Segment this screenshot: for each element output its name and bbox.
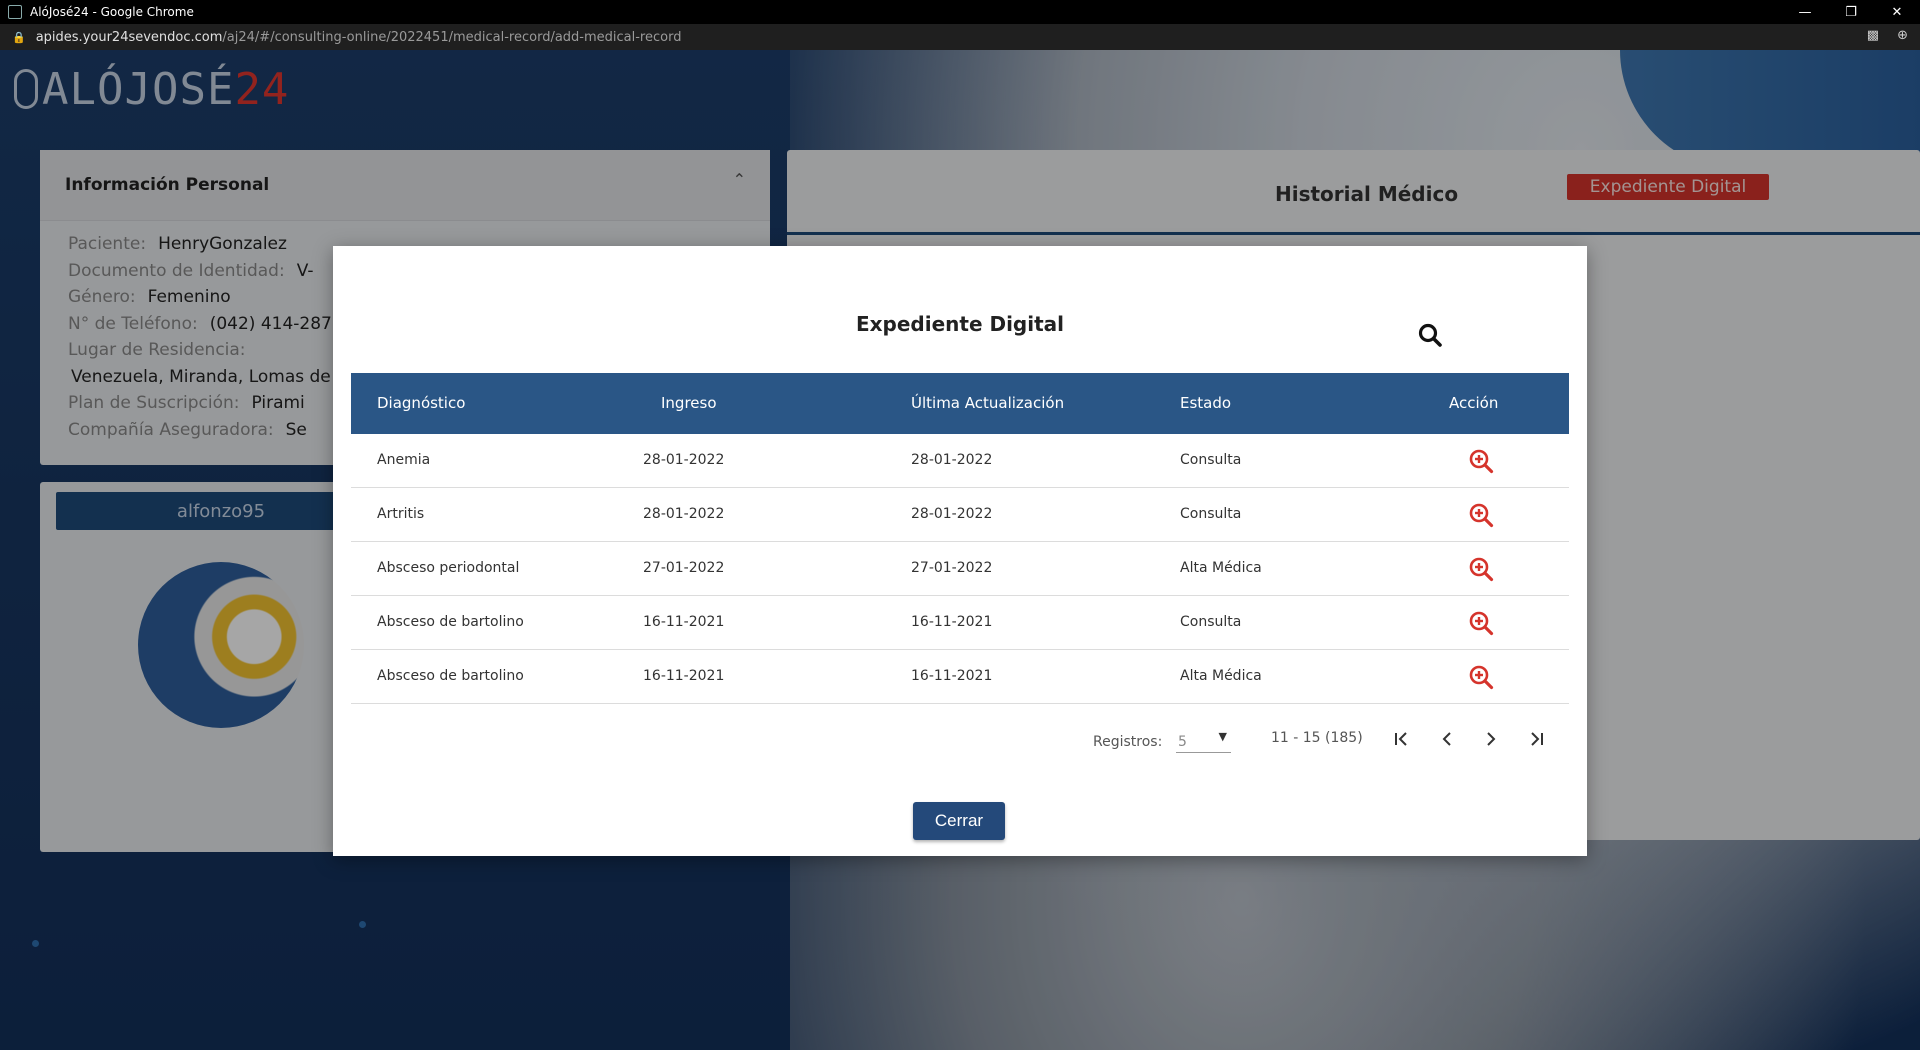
cell-updated: 16-11-2021 bbox=[911, 614, 993, 630]
cell-diagnosis: Absceso de bartolino bbox=[377, 668, 524, 684]
address-bar[interactable]: 🔒 apides.your24sevendoc.com/aj24/#/consu… bbox=[0, 24, 1920, 50]
cell-diagnosis: Anemia bbox=[377, 452, 431, 468]
cell-diagnosis: Absceso periodontal bbox=[377, 560, 520, 576]
cell-updated: 27-01-2022 bbox=[911, 560, 993, 576]
column-header: Ingreso bbox=[661, 394, 717, 412]
page-size-value: 5 bbox=[1178, 734, 1187, 750]
zoom-page-icon[interactable]: ⊕ bbox=[1897, 28, 1908, 43]
last-page-button[interactable] bbox=[1521, 728, 1549, 750]
cell-status: Alta Médica bbox=[1180, 668, 1262, 684]
close-modal-button[interactable]: Cerrar bbox=[913, 802, 1005, 840]
zoom-in-icon[interactable] bbox=[1468, 610, 1494, 636]
zoom-in-icon[interactable] bbox=[1468, 664, 1494, 690]
caret-down-icon: ▼ bbox=[1218, 730, 1227, 743]
column-header: Última Actualización bbox=[911, 394, 1065, 412]
table-row: Absceso de bartolino 16-11-2021 16-11-20… bbox=[351, 596, 1569, 650]
previous-page-button[interactable] bbox=[1433, 728, 1461, 750]
first-page-button[interactable] bbox=[1389, 728, 1417, 750]
cell-admission: 27-01-2022 bbox=[643, 560, 725, 576]
lock-icon: 🔒 bbox=[12, 30, 26, 44]
close-icon[interactable]: ✕ bbox=[1874, 0, 1920, 24]
cell-status: Consulta bbox=[1180, 506, 1242, 522]
cell-status: Consulta bbox=[1180, 452, 1242, 468]
restore-icon[interactable]: ❐ bbox=[1828, 0, 1874, 24]
column-header: Acción bbox=[1449, 394, 1499, 412]
zoom-in-icon[interactable] bbox=[1468, 556, 1494, 582]
table-row: Absceso de bartolino 16-11-2021 16-11-20… bbox=[351, 650, 1569, 704]
cell-diagnosis: Absceso de bartolino bbox=[377, 614, 524, 630]
table-row: Absceso periodontal 27-01-2022 27-01-202… bbox=[351, 542, 1569, 596]
cell-admission: 16-11-2021 bbox=[643, 614, 725, 630]
paginator: Registros: 5 ▼ 11 - 15 (185) bbox=[333, 724, 1587, 754]
table-header: Diagnóstico Ingreso Última Actualización… bbox=[351, 373, 1569, 434]
modal-title: Expediente Digital bbox=[855, 312, 1065, 336]
url-text[interactable]: apides.your24sevendoc.com/aj24/#/consult… bbox=[36, 30, 682, 45]
zoom-in-icon[interactable] bbox=[1468, 502, 1494, 528]
cell-status: Consulta bbox=[1180, 614, 1242, 630]
column-header: Diagnóstico bbox=[377, 394, 466, 412]
minimize-icon[interactable]: — bbox=[1782, 0, 1828, 24]
chevron-left-icon bbox=[1442, 732, 1451, 746]
chevron-right-icon bbox=[1487, 732, 1496, 746]
page-range: 11 - 15 (185) bbox=[1271, 730, 1363, 746]
cell-admission: 16-11-2021 bbox=[643, 668, 725, 684]
url-host: apides.your24sevendoc.com bbox=[35, 29, 223, 45]
table-row: Anemia 28-01-2022 28-01-2022 Consulta bbox=[351, 434, 1569, 488]
cell-updated: 28-01-2022 bbox=[911, 452, 993, 468]
last-page-icon bbox=[1531, 732, 1543, 746]
cell-status: Alta Médica bbox=[1180, 560, 1262, 576]
next-page-button[interactable] bbox=[1477, 728, 1505, 750]
zoom-in-icon[interactable] bbox=[1468, 448, 1494, 474]
cell-updated: 28-01-2022 bbox=[911, 506, 993, 522]
column-header: Estado bbox=[1180, 394, 1232, 412]
cell-admission: 28-01-2022 bbox=[643, 452, 725, 468]
first-page-icon bbox=[1395, 732, 1407, 746]
cell-admission: 28-01-2022 bbox=[643, 506, 725, 522]
search-icon[interactable] bbox=[1417, 322, 1443, 348]
camera-icon[interactable]: ▩ bbox=[1867, 28, 1879, 43]
window-titlebar: AlóJosé24 - Google Chrome — ❐ ✕ bbox=[0, 0, 1920, 24]
digital-record-modal: Expediente Digital Diagnóstico Ingreso Ú… bbox=[333, 246, 1587, 856]
favicon-icon bbox=[8, 5, 22, 19]
table-row: Artritis 28-01-2022 28-01-2022 Consulta bbox=[351, 488, 1569, 542]
window-title: AlóJosé24 - Google Chrome bbox=[30, 5, 194, 19]
page-size-label: Registros: bbox=[1093, 734, 1163, 750]
records-table: Diagnóstico Ingreso Última Actualización… bbox=[351, 373, 1569, 704]
cell-diagnosis: Artritis bbox=[377, 506, 425, 522]
url-path: /aj24/#/consulting-online/2022451/medica… bbox=[222, 29, 682, 45]
page-size-select[interactable]: 5 ▼ bbox=[1176, 730, 1231, 753]
cell-updated: 16-11-2021 bbox=[911, 668, 993, 684]
